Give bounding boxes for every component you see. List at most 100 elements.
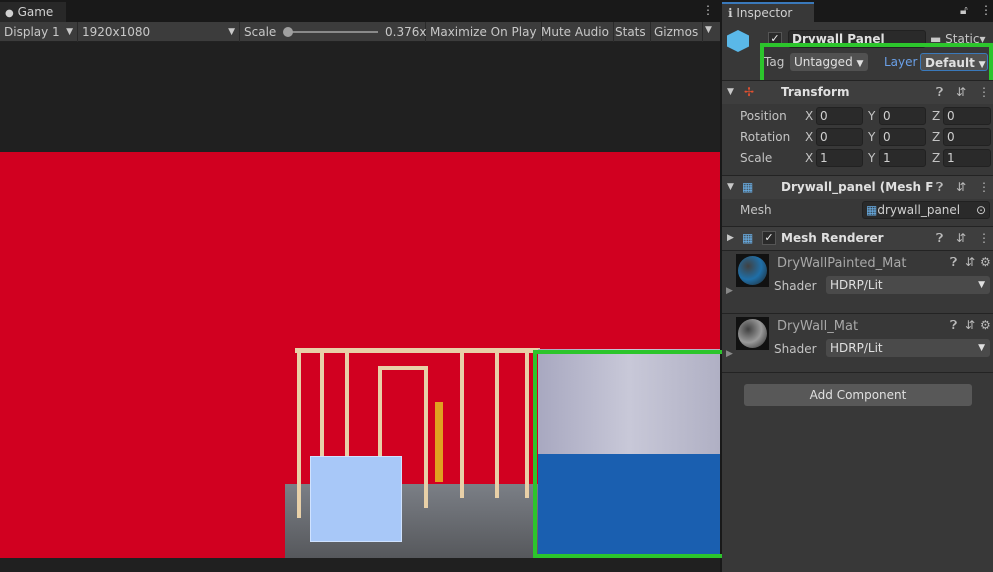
axis-label-x: X [805, 130, 814, 144]
presets-icon[interactable]: ⇵ [965, 255, 975, 269]
scale-z-field[interactable]: 1 [943, 149, 991, 167]
help-icon[interactable]: ❓︎ [950, 255, 957, 270]
mesh-value: drywall_panel [877, 203, 961, 217]
inspector-tab-bar: ℹ Inspector 🔓︎ ⋮ [722, 0, 993, 22]
position-z-field[interactable]: 0 [943, 107, 991, 125]
material-name: DryWall_Mat [777, 319, 859, 334]
gear-icon[interactable]: ⚙ [980, 255, 991, 269]
more-options-icon[interactable]: ⋮ [980, 3, 992, 17]
more-options-icon[interactable]: ⋮ [978, 81, 990, 103]
mesh-renderer-icon: ▦ [742, 231, 754, 245]
help-icon[interactable]: ❓︎ [936, 176, 943, 198]
shader-label: Shader [774, 342, 817, 356]
scale-value: 0.376x [385, 25, 427, 39]
add-component-button[interactable]: Add Component [744, 384, 972, 406]
transform-icon: ✢ [744, 85, 755, 99]
wall-stud [525, 348, 529, 498]
wall-stud [297, 348, 301, 518]
game-toolbar: Display 1 ▼ 1920x1080 ▼ Scale 0.376x Maxim… [0, 22, 720, 42]
gear-icon[interactable]: ⚙ [980, 318, 991, 332]
rotation-x-field[interactable]: 0 [816, 128, 863, 146]
axis-label-y: Y [868, 109, 876, 123]
game-viewport[interactable] [0, 42, 726, 572]
shader-dropdown[interactable]: HDRP/Lit ▼ [826, 276, 990, 294]
expand-arrow-icon[interactable]: ▶ [726, 349, 733, 359]
more-options-icon[interactable]: ⋮ [702, 3, 714, 17]
axis-label-x: X [805, 109, 814, 123]
transform-row-label: Scale [740, 151, 773, 165]
mesh-icon: ▦ [866, 203, 878, 217]
gizmos-button[interactable]: Gizmos [650, 22, 704, 42]
axis-label-y: Y [868, 151, 876, 165]
mesh-field[interactable]: ▦drywall_panel ⊙ [862, 201, 990, 219]
mesh-filter-header[interactable]: ▼▦ Drywall_panel (Mesh Filte ❓︎⇵⋮ [722, 175, 993, 199]
rotation-z-field[interactable]: 0 [943, 128, 991, 146]
component-title: Drywall_panel (Mesh Filte [781, 180, 933, 194]
highlight-drywall-panel [533, 350, 726, 558]
transform-row-label: Position [740, 109, 787, 123]
material-preview [736, 317, 769, 350]
inspector-panel: ℹ Inspector 🔓︎ ⋮ ✓ Drywall Panel ▬ Stati… [722, 0, 993, 572]
material-preview [736, 254, 769, 287]
cube-object [310, 456, 402, 542]
scale-slider[interactable]: Scale 0.376x [240, 22, 426, 42]
slider-thumb[interactable] [283, 27, 293, 37]
gameobject-cube-icon[interactable] [727, 30, 749, 52]
chevron-down-icon: ▼ [66, 27, 73, 37]
rotation-y-field[interactable]: 0 [879, 128, 926, 146]
shader-dropdown[interactable]: HDRP/Lit ▼ [826, 339, 990, 357]
stats-button[interactable]: Stats [611, 22, 651, 42]
info-icon: ℹ [728, 6, 733, 20]
axis-label-z: Z [932, 151, 941, 165]
expand-arrow-icon[interactable]: ▶ [726, 286, 733, 296]
shader-label: Shader [774, 279, 817, 293]
help-icon[interactable]: ❓︎ [936, 81, 943, 103]
component-title: Transform [781, 85, 850, 99]
mesh-label: Mesh [740, 203, 772, 217]
component-title: Mesh Renderer [781, 231, 884, 245]
presets-icon[interactable]: ⇵ [956, 81, 966, 103]
tab-game[interactable]: ● Game [0, 2, 66, 22]
presets-icon[interactable]: ⇵ [965, 318, 975, 332]
shader-value: HDRP/Lit [830, 341, 883, 355]
material-name: DryWallPainted_Mat [777, 256, 907, 271]
axis-label-z: Z [932, 109, 941, 123]
more-options-icon[interactable]: ⋮ [978, 227, 990, 249]
wall-frame-top [295, 348, 540, 353]
presets-icon[interactable]: ⇵ [956, 227, 966, 249]
display-value: Display 1 [4, 25, 60, 39]
mesh-filter-icon: ▦ [742, 180, 754, 194]
highlight-tag-layer [760, 43, 993, 84]
wall-stud [424, 368, 428, 508]
gamepad-icon: ● [5, 8, 14, 19]
maximize-on-play-button[interactable]: Maximize On Play [426, 22, 542, 42]
lock-icon[interactable]: 🔓︎ [960, 3, 968, 18]
object-picker-icon[interactable]: ⊙ [976, 202, 986, 218]
position-y-field[interactable]: 0 [879, 107, 926, 125]
axis-label-y: Y [868, 130, 876, 144]
display-dropdown[interactable]: Display 1 ▼ [0, 22, 78, 42]
slider-track [288, 31, 378, 33]
transform-row-label: Rotation [740, 130, 791, 144]
chevron-down-icon: ▼ [228, 27, 235, 37]
mute-audio-button[interactable]: Mute Audio [537, 22, 614, 42]
scale-x-field[interactable]: 1 [816, 149, 863, 167]
axis-label-z: Z [932, 130, 941, 144]
help-icon[interactable]: ❓︎ [936, 227, 943, 249]
presets-icon[interactable]: ⇵ [956, 176, 966, 198]
resolution-dropdown[interactable]: 1920x1080 ▼ [78, 22, 240, 42]
game-tab-bar: ● Game ⋮ [0, 0, 720, 22]
scale-y-field[interactable]: 1 [879, 149, 926, 167]
more-options-icon[interactable]: ⋮ [978, 176, 990, 198]
shader-value: HDRP/Lit [830, 278, 883, 292]
transform-header[interactable]: ▼ ✢ Transform ❓︎ ⇵ ⋮ [722, 80, 993, 104]
wall-stud [460, 348, 464, 498]
gizmos-chevron-icon[interactable]: ▼ [705, 25, 712, 35]
enabled-checkbox[interactable]: ✓ [762, 231, 776, 245]
position-x-field[interactable]: 0 [816, 107, 863, 125]
mesh-renderer-header[interactable]: ▶ ▦ ✓ Mesh Renderer ❓︎ ⇵ ⋮ [722, 226, 993, 250]
door-header [378, 366, 428, 370]
help-icon[interactable]: ❓︎ [950, 318, 957, 333]
tab-inspector[interactable]: ℹ Inspector [722, 2, 814, 22]
divider [722, 372, 993, 373]
